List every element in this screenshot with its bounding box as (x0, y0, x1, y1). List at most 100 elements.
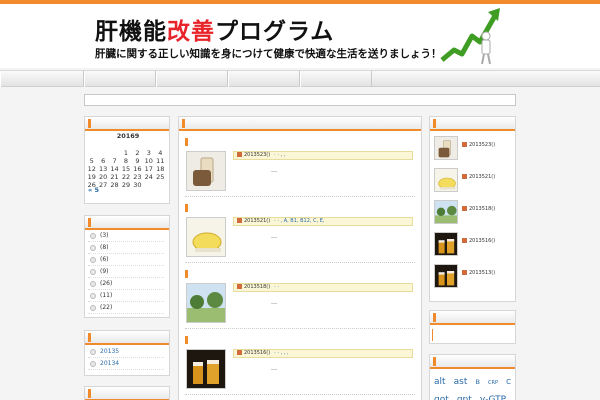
glass-icon[interactable] (434, 136, 458, 160)
nav-item-1[interactable] (0, 71, 84, 87)
widget-header (430, 117, 515, 131)
calendar-icon (237, 284, 242, 289)
calendar-prev-link[interactable]: « 5 (88, 186, 99, 194)
post-entry: 2013516() · · , , ,… (185, 336, 415, 398)
main-nav (0, 70, 600, 87)
growth-arrow-icon (440, 8, 500, 65)
tag-link[interactable]: CRP (488, 380, 498, 386)
post-entry: 2013518() · ·… (185, 270, 415, 332)
recent-post-meta: 2013518() (462, 206, 495, 212)
beer-icon[interactable] (186, 349, 226, 389)
post-divider (185, 262, 415, 263)
lemon-icon[interactable] (434, 168, 458, 192)
tag-link[interactable]: got (434, 395, 449, 400)
widget-header (430, 355, 515, 369)
recent-post-meta: 2013523() (462, 142, 495, 148)
calendar-day: 23 (133, 173, 142, 181)
calendar-day: 12 (87, 165, 96, 173)
bullet-icon (90, 233, 96, 239)
calendar-icon (237, 218, 242, 223)
calendar-day (155, 181, 166, 189)
tag-link[interactable]: B (475, 378, 479, 386)
category-item[interactable]: (8) (88, 243, 164, 254)
post-tags[interactable]: · · , A, B1, B12, C, E, (274, 218, 324, 224)
archive-month-link[interactable]: 20135 (88, 347, 164, 358)
bullet-icon (90, 269, 96, 275)
category-item[interactable]: (9) (88, 267, 164, 278)
calendar-day (86, 149, 97, 157)
tag-link[interactable]: γ-GTP (480, 395, 506, 400)
post-meta: 2013516() · · , , , (233, 349, 413, 358)
category-item[interactable]: (26) (88, 279, 164, 290)
archive-month-link[interactable]: 20134 (88, 359, 164, 370)
nav-item-3[interactable] (156, 71, 228, 87)
recent-post-date: 2013513() (469, 270, 496, 276)
tag-link[interactable]: C (506, 378, 511, 386)
post-title-marker[interactable] (185, 336, 188, 344)
widget-header (85, 117, 169, 131)
recent-post-item[interactable]: 2013513() (434, 264, 512, 292)
category-item[interactable]: (22) (88, 303, 164, 314)
nav-item-4[interactable] (228, 71, 300, 87)
title-highlight: 改善 (167, 19, 215, 45)
calendar-day: 24 (144, 173, 153, 181)
park-icon[interactable] (434, 200, 458, 224)
calendar-day: 22 (121, 173, 131, 181)
recent-post-item[interactable]: 2013518() (434, 200, 512, 228)
title-part-1: 肝機能 (95, 19, 167, 45)
calendar-day: 27 (98, 181, 108, 189)
calendar-day: 17 (144, 165, 153, 173)
lemon-icon[interactable] (186, 217, 226, 257)
recent-post-item[interactable]: 2013521() (434, 168, 512, 196)
post-title-marker[interactable] (185, 270, 188, 278)
calendar-icon (462, 174, 467, 179)
post-tags[interactable]: · · (274, 284, 279, 290)
post-entry: 2013523() · · , ,… (185, 138, 415, 200)
tag-link[interactable]: gpt (457, 395, 472, 400)
calendar-day: 13 (98, 165, 108, 173)
nav-item-2[interactable] (84, 71, 156, 87)
category-count: (3) (100, 232, 109, 239)
post-meta: 2013518() · · (233, 283, 413, 292)
calendar-icon (462, 206, 467, 211)
beer-icon[interactable] (434, 264, 458, 288)
post-tags[interactable]: · · , , , (274, 350, 288, 356)
category-item[interactable]: (11) (88, 291, 164, 302)
park-icon[interactable] (186, 283, 226, 323)
post-date: 2013516() (244, 350, 271, 356)
site-title[interactable]: 肝機能改善プログラム (95, 12, 334, 46)
calendar-icon (462, 238, 467, 243)
calendar-icon (462, 270, 467, 275)
post-divider (185, 394, 415, 395)
side-widget-2 (429, 310, 516, 344)
widget-header (85, 216, 169, 230)
calendar-day: 10 (144, 157, 153, 165)
category-count: (11) (100, 292, 113, 299)
category-item[interactable]: (3) (88, 231, 164, 242)
glass-icon[interactable] (186, 151, 226, 191)
category-item[interactable]: (6) (88, 255, 164, 266)
recent-post-item[interactable]: 2013516() (434, 232, 512, 260)
post-title-marker[interactable] (185, 204, 188, 212)
post-date: 2013518() (244, 284, 271, 290)
tag-link[interactable]: alt (434, 377, 446, 387)
calendar-day: 28 (110, 181, 119, 189)
post-entry: 2013521() · · , A, B1, B12, C, E,… (185, 204, 415, 266)
recent-post-meta: 2013513() (462, 270, 495, 276)
calendar-day: 25 (156, 173, 165, 181)
category-count: (9) (100, 268, 109, 275)
category-count: (6) (100, 256, 109, 263)
post-tags[interactable]: · · , , (274, 152, 285, 158)
nav-item-5[interactable] (300, 71, 372, 87)
category-count: (8) (100, 244, 109, 251)
bullet-icon (90, 361, 96, 367)
calendar-day: 2 (135, 149, 140, 157)
beer-icon[interactable] (434, 232, 458, 256)
main-header (179, 117, 421, 131)
tag-link[interactable]: ast (454, 377, 468, 387)
calendar-day: 9 (135, 157, 140, 165)
recent-post-date: 2013516() (469, 238, 496, 244)
recent-post-item[interactable]: 2013523() (434, 136, 512, 164)
post-title-marker[interactable] (185, 138, 188, 146)
calendar-day: 29 (121, 181, 131, 189)
